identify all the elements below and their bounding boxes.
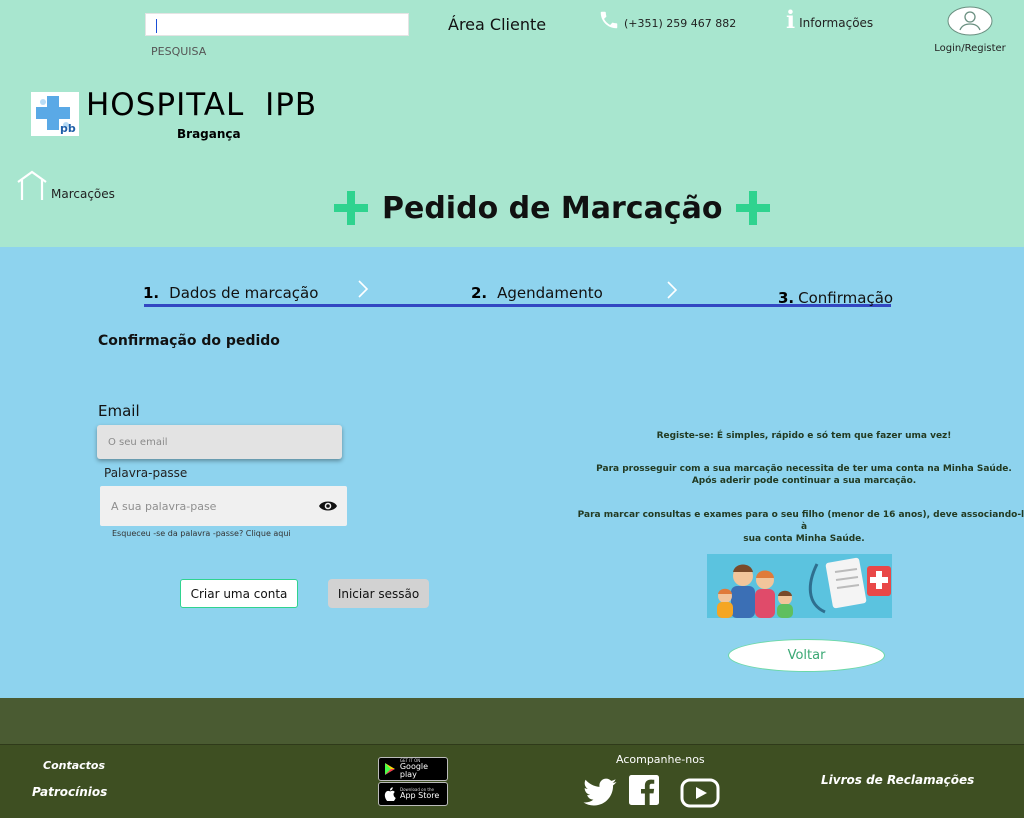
search-input[interactable]: [145, 13, 409, 36]
password-field-wrapper: [100, 486, 347, 526]
family-medical-illustration: [707, 554, 892, 618]
step-confirmacao[interactable]: 3. Confirmação: [778, 289, 893, 307]
phone-number: (+351) 259 467 882: [624, 16, 737, 30]
google-play-badge[interactable]: GET IT ON Google play: [378, 757, 448, 781]
plus-icon: [334, 191, 368, 225]
step-dados-marcacao[interactable]: 1. Dados de marcação: [143, 284, 318, 302]
youtube-icon[interactable]: [680, 777, 720, 809]
email-field[interactable]: [97, 425, 342, 459]
forgot-password-link[interactable]: Esqueceu -se da palavra -passe? Clique a…: [112, 529, 291, 538]
facebook-icon[interactable]: [629, 775, 659, 805]
password-label: Palavra-passe: [104, 466, 188, 480]
step-label: Confirmação: [798, 289, 894, 307]
page-title-block: Pedido de Marcação: [334, 186, 771, 230]
child-account-text: Para marcar consultas e exames para o se…: [574, 509, 1024, 545]
step-number: 1.: [143, 284, 160, 302]
hospital-logo-icon: pb: [31, 92, 79, 136]
brand-name: HOSPITAL IPB: [86, 87, 318, 123]
brand-city: Bragança: [177, 127, 241, 141]
chevron-right-icon: [358, 280, 369, 298]
store-big-text: App Store: [400, 791, 440, 800]
home-icon[interactable]: [16, 170, 48, 202]
main-content: 1. Dados de marcação 2. Agendamento 3. C…: [0, 247, 1024, 698]
app-store-label: Download on the App Store: [400, 788, 439, 800]
text-caret: [156, 19, 157, 33]
footer-band: [0, 698, 1024, 744]
back-button[interactable]: Voltar: [728, 639, 885, 672]
search-label: PESQUISA: [151, 45, 207, 58]
step-label: Dados de marcação: [169, 284, 319, 302]
follow-us-label: Acompanhe-nos: [616, 753, 705, 766]
step-number: 3.: [778, 289, 795, 307]
info-line: sua conta Minha Saúde.: [743, 534, 865, 544]
area-cliente-link[interactable]: Área Cliente: [448, 15, 546, 34]
info-label: Informações: [799, 16, 874, 30]
step-number: 2.: [471, 284, 488, 302]
eye-icon[interactable]: [318, 498, 338, 514]
page-title: Pedido de Marcação: [382, 190, 723, 226]
svg-text:pb: pb: [60, 122, 76, 135]
phone-icon: [600, 11, 618, 29]
email-label: Email: [98, 402, 140, 420]
step-agendamento[interactable]: 2. Agendamento: [471, 284, 603, 302]
twitter-icon[interactable]: [580, 775, 620, 811]
user-avatar-icon: [947, 6, 993, 36]
register-headline: Registe-se: É simples, rápido e só tem q…: [656, 431, 952, 441]
sign-in-button[interactable]: Iniciar sessão: [328, 579, 429, 608]
plus-icon: [736, 191, 771, 225]
google-play-icon: [384, 763, 395, 775]
confirmation-title: Confirmação do pedido: [98, 333, 280, 349]
phone-contact[interactable]: (+351) 259 467 882: [598, 9, 736, 31]
create-account-button[interactable]: Criar uma conta: [180, 579, 298, 608]
footer: Contactos Patrocínios GET IT ON Google p…: [0, 744, 1024, 818]
info-line: Para marcar consultas e exames para o se…: [577, 510, 1024, 532]
account-requirement-text: Para prosseguir com a sua marcação neces…: [574, 463, 1024, 487]
info-line: Para prosseguir com a sua marcação neces…: [596, 464, 1012, 474]
app-store-badge[interactable]: Download on the App Store: [378, 782, 448, 806]
step-label: Agendamento: [497, 284, 603, 302]
info-line: Após aderir pode continuar a sua marcaçã…: [691, 476, 917, 486]
store-big-text: Google play: [399, 762, 429, 779]
info-icon: i: [786, 5, 796, 34]
footer-patrocinios-link[interactable]: Patrocínios: [32, 785, 107, 799]
complaints-book-link[interactable]: Livros de Reclamações: [821, 773, 974, 787]
login-label: Login/Register: [934, 43, 1006, 54]
login-register-link[interactable]: Login/Register: [930, 6, 1010, 54]
nav-marcacoes[interactable]: Marcações: [51, 187, 115, 201]
header: PESQUISA Área Cliente (+351) 259 467 882…: [0, 0, 1024, 247]
google-play-label: GET IT ON Google play: [400, 759, 447, 779]
password-field[interactable]: [100, 486, 310, 526]
chevron-right-icon: [667, 281, 678, 299]
info-link[interactable]: i Informações: [786, 8, 873, 32]
footer-contactos-link[interactable]: Contactos: [43, 759, 105, 772]
apple-icon: [384, 787, 396, 801]
